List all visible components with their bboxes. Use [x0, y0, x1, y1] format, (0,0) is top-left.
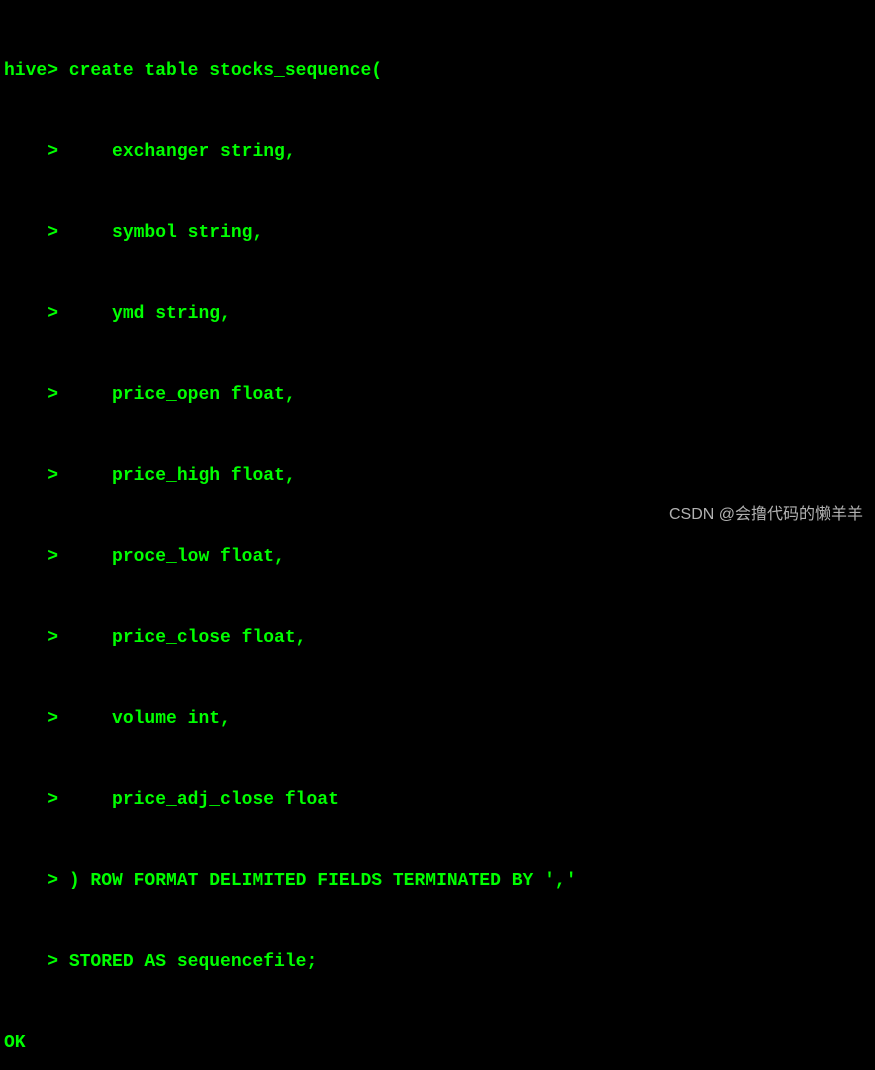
watermark-text: CSDN @会撸代码的懒羊羊: [669, 503, 863, 527]
terminal-line: > price_adj_close float: [4, 787, 871, 814]
terminal-line: > price_open float,: [4, 382, 871, 409]
terminal-line: > symbol string,: [4, 220, 871, 247]
terminal-output[interactable]: hive> create table stocks_sequence( > ex…: [4, 4, 871, 1070]
terminal-line: > STORED AS sequencefile;: [4, 949, 871, 976]
terminal-line: > price_close float,: [4, 625, 871, 652]
terminal-line: > proce_low float,: [4, 544, 871, 571]
terminal-line: > exchanger string,: [4, 139, 871, 166]
terminal-line: hive> create table stocks_sequence(: [4, 58, 871, 85]
terminal-line: > volume int,: [4, 706, 871, 733]
terminal-line: OK: [4, 1030, 871, 1057]
terminal-line: > ) ROW FORMAT DELIMITED FIELDS TERMINAT…: [4, 868, 871, 895]
terminal-line: > price_high float,: [4, 463, 871, 490]
terminal-line: > ymd string,: [4, 301, 871, 328]
